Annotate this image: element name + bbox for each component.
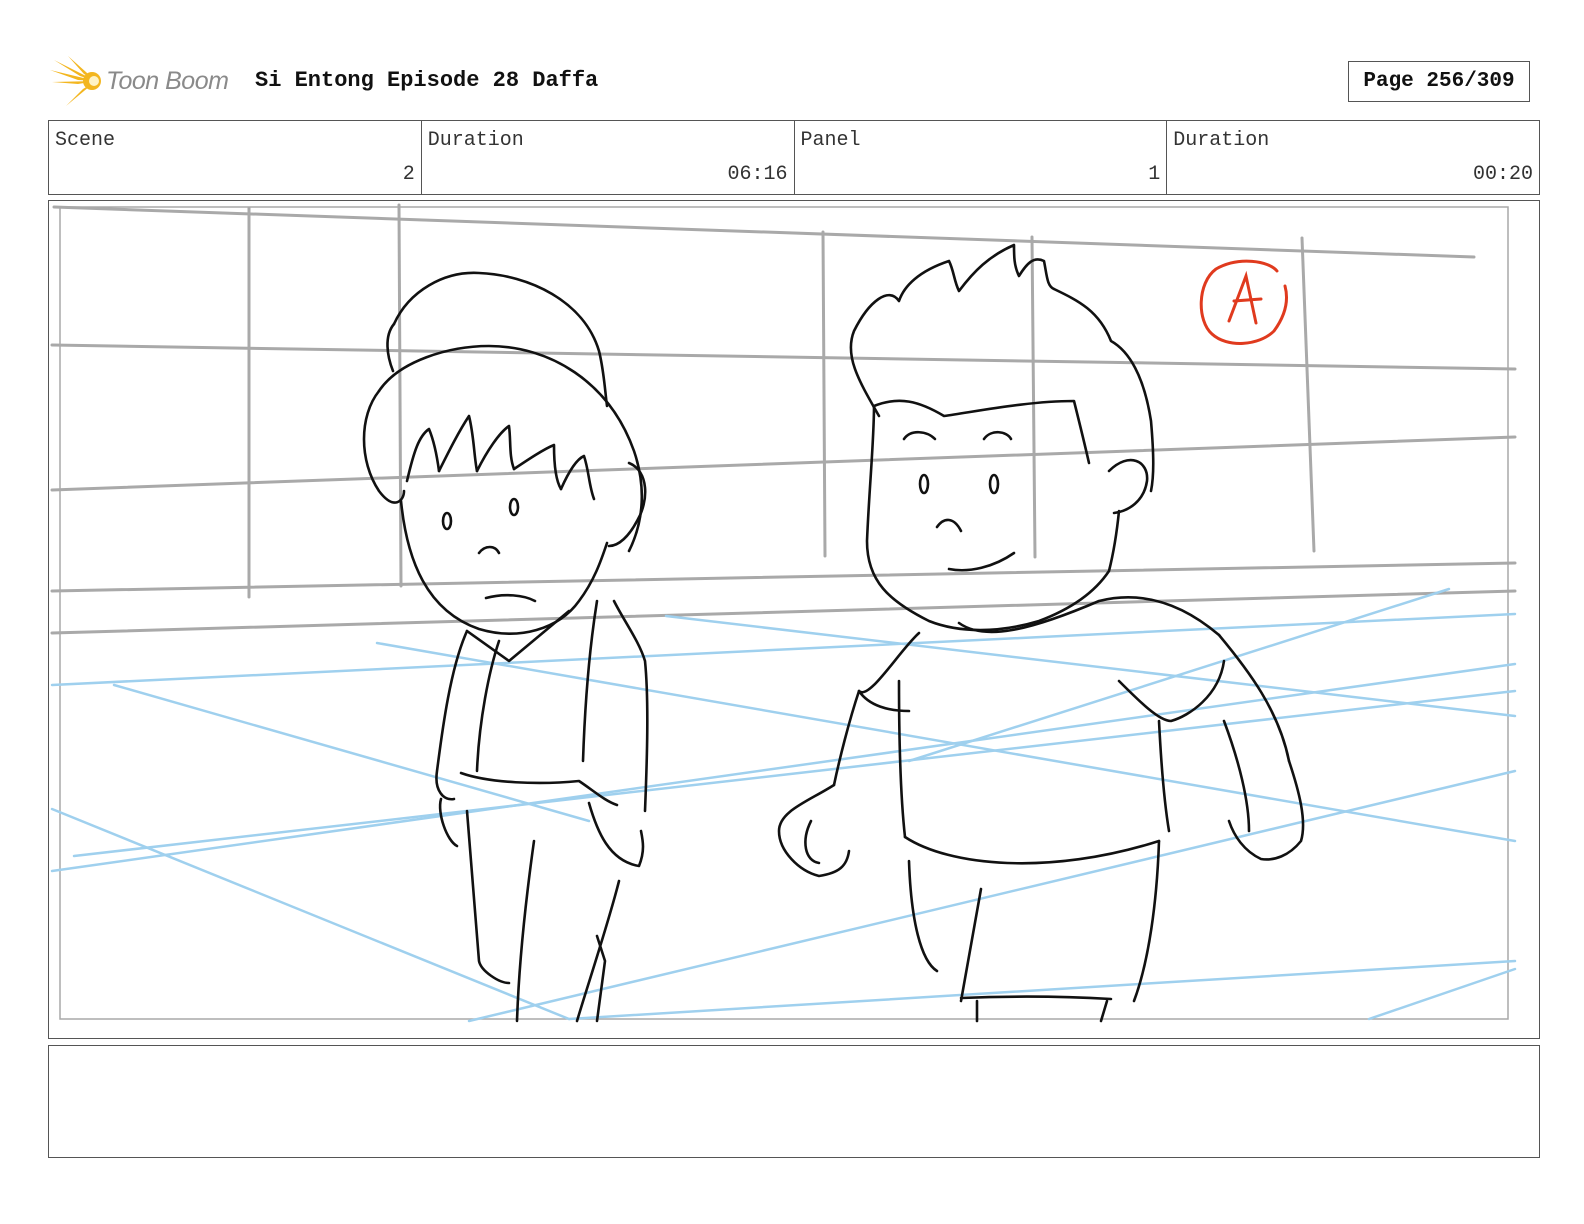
panel-value: 1 [1148, 163, 1161, 186]
scene-duration-label: Duration [427, 129, 524, 152]
panel-duration-cell: Duration 00:20 [1167, 121, 1539, 194]
starburst-icon [50, 56, 101, 106]
page-header: Toon Boom Si Entong Episode 28 Daffa Pag… [50, 52, 1540, 112]
scene-cell: Scene 2 [49, 121, 422, 194]
storyboard-panel [48, 200, 1540, 1039]
floor-guides [50, 587, 1517, 1023]
panel-cell: Panel 1 [795, 121, 1168, 194]
scene-duration-cell: Duration 06:16 [422, 121, 795, 194]
page-indicator: Page 256/309 [1348, 61, 1530, 102]
logo-text: Toon Boom [106, 67, 229, 95]
panel-label: Panel [800, 129, 861, 152]
panel-notes [48, 1045, 1540, 1158]
toon-boom-logo: Toon Boom [50, 54, 250, 108]
wall-grid [50, 203, 1517, 635]
scene-label: Scene [55, 129, 116, 152]
scene-info-bar: Scene 2 Duration 06:16 Panel 1 Duration … [48, 120, 1540, 195]
scene-duration-value: 06:16 [727, 163, 788, 186]
document-title: Si Entong Episode 28 Daffa [255, 68, 599, 93]
panel-duration-value: 00:20 [1472, 163, 1533, 186]
scene-value: 2 [402, 163, 415, 186]
panel-drawing [50, 203, 1517, 1023]
panel-duration-label: Duration [1173, 129, 1270, 152]
annotation-mark [1199, 259, 1289, 345]
